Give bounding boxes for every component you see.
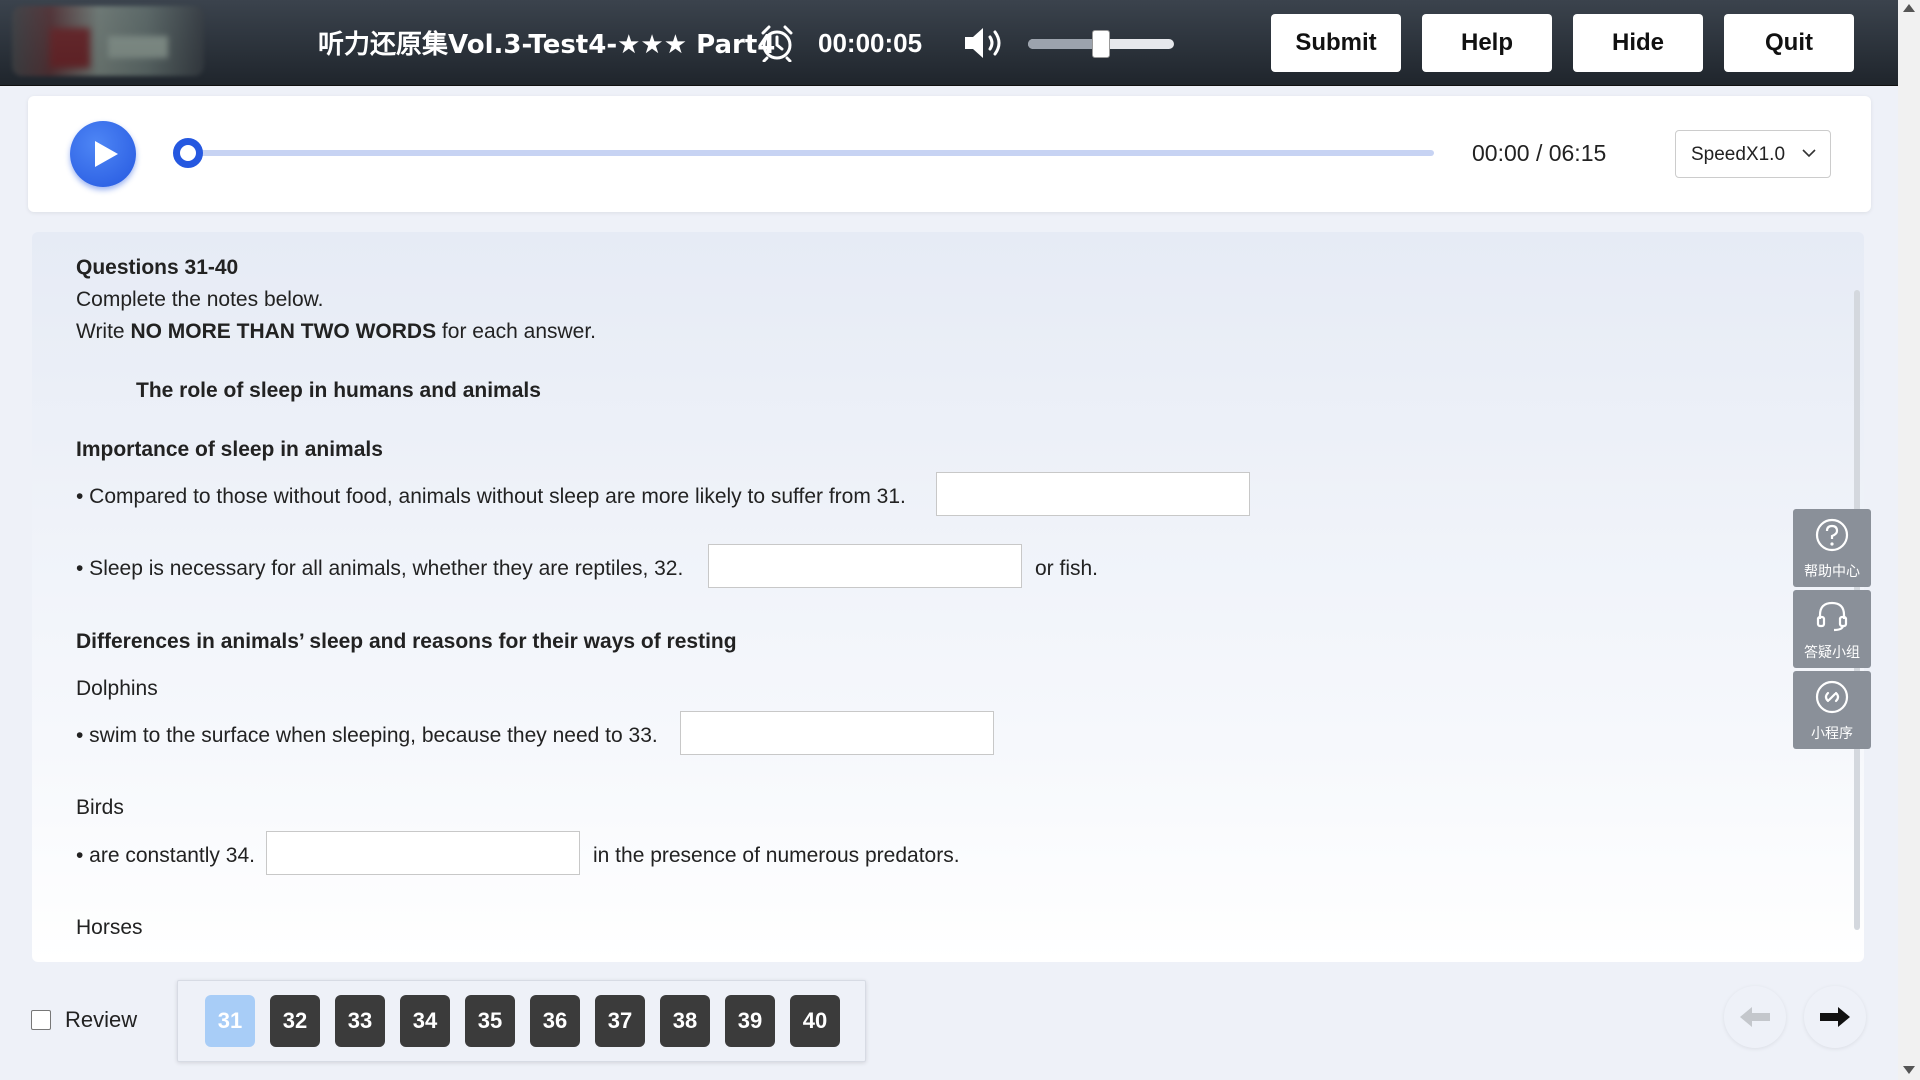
mini-program-label: 小程序 <box>1811 726 1853 742</box>
chevron-down-icon <box>1802 149 1816 158</box>
headset-icon <box>1816 601 1848 632</box>
speed-value: SpeedX1.0 <box>1691 144 1786 165</box>
question-nav-button-32[interactable]: 32 <box>270 995 320 1047</box>
question-nav-button-33[interactable]: 33 <box>335 995 385 1047</box>
subheading-horses: Horses <box>76 916 143 939</box>
link-icon <box>1815 680 1849 714</box>
qa-group-button[interactable]: 答疑小组 <box>1793 590 1871 668</box>
help-center-button[interactable]: 帮助中心 <box>1793 509 1871 587</box>
section-heading-importance: Importance of sleep in animals <box>76 438 383 461</box>
subheading-birds: Birds <box>76 796 124 819</box>
instruction-2: Write NO MORE THAN TWO WORDS for each an… <box>76 320 597 343</box>
play-button[interactable] <box>70 121 136 187</box>
instruction-1: Complete the notes below. <box>76 288 324 311</box>
audio-progress-knob[interactable] <box>173 138 203 168</box>
time-readout: 00:00 / 06:15 <box>1472 140 1607 166</box>
hide-button[interactable]: Hide <box>1573 14 1703 72</box>
submit-button[interactable]: Submit <box>1271 14 1401 72</box>
question-navigator: 31 32 33 34 35 36 37 38 39 40 <box>177 980 866 1062</box>
speed-select[interactable]: SpeedX1.0 <box>1675 130 1831 178</box>
qa-group-label: 答疑小组 <box>1804 645 1860 661</box>
question-34-after: in the presence of numerous predators. <box>593 844 960 867</box>
quit-button[interactable]: Quit <box>1724 14 1854 72</box>
question-34-text: • are constantly 34. <box>76 844 255 867</box>
play-icon <box>95 141 118 167</box>
answer-input-32[interactable] <box>708 544 1022 588</box>
answer-input-33[interactable] <box>680 711 994 755</box>
question-nav-button-39[interactable]: 39 <box>725 995 775 1047</box>
question-nav-button-31[interactable]: 31 <box>205 995 255 1047</box>
question-panel: Questions 31-40 Complete the notes below… <box>32 232 1864 962</box>
arrow-left-icon <box>1740 1007 1770 1027</box>
subheading-dolphins: Dolphins <box>76 677 158 700</box>
mini-program-button[interactable]: 小程序 <box>1793 671 1871 749</box>
question-nav-button-36[interactable]: 36 <box>530 995 580 1047</box>
questions-range-title: Questions 31-40 <box>76 256 239 279</box>
alarm-clock-icon <box>761 25 793 62</box>
question-nav-button-38[interactable]: 38 <box>660 995 710 1047</box>
logo <box>12 6 204 76</box>
question-nav-button-34[interactable]: 34 <box>400 995 450 1047</box>
test-title: 听力还原集Vol.3-Test4-★★★ Part4 <box>318 30 776 60</box>
question-icon <box>1815 518 1849 552</box>
window-scrollbar[interactable] <box>1898 0 1920 1080</box>
answer-input-34[interactable] <box>266 831 580 875</box>
next-question-button[interactable] <box>1804 986 1866 1048</box>
question-nav-button-40[interactable]: 40 <box>790 995 840 1047</box>
question-32-text: • Sleep is necessary for all animals, wh… <box>76 557 684 580</box>
question-33-text: • swim to the surface when sleeping, bec… <box>76 724 658 747</box>
scroll-up-arrow-icon[interactable] <box>1903 4 1915 12</box>
section-heading-differences: Differences in animals’ sleep and reason… <box>76 630 737 653</box>
question-31-text: • Compared to those without food, animal… <box>76 485 906 508</box>
question-nav-button-37[interactable]: 37 <box>595 995 645 1047</box>
volume-slider[interactable] <box>1028 30 1174 58</box>
instruction-emphasis: NO MORE THAN TWO WORDS <box>130 320 437 343</box>
review-toggle[interactable]: Review <box>31 1007 137 1033</box>
help-button[interactable]: Help <box>1422 14 1552 72</box>
answer-input-31[interactable] <box>936 472 1250 516</box>
notes-title: The role of sleep in humans and animals <box>136 379 541 402</box>
help-center-label: 帮助中心 <box>1804 564 1860 580</box>
volume-icon[interactable] <box>963 26 1009 60</box>
audio-player: 00:00 / 06:15 SpeedX1.0 <box>28 96 1871 212</box>
review-checkbox[interactable] <box>31 1010 51 1030</box>
volume-slider-thumb[interactable] <box>1092 30 1110 58</box>
review-label: Review <box>65 1007 138 1032</box>
previous-question-button[interactable] <box>1724 986 1786 1048</box>
question-nav-button-35[interactable]: 35 <box>465 995 515 1047</box>
question-32-after: or fish. <box>1035 557 1099 580</box>
audio-progress-bar[interactable] <box>173 138 1434 168</box>
top-bar: 听力还原集Vol.3-Test4-★★★ Part4 00:00:05 Subm… <box>0 0 1898 86</box>
scroll-down-arrow-icon[interactable] <box>1903 1066 1915 1074</box>
timer: 00:00:05 <box>818 28 923 58</box>
arrow-right-icon <box>1820 1007 1850 1027</box>
